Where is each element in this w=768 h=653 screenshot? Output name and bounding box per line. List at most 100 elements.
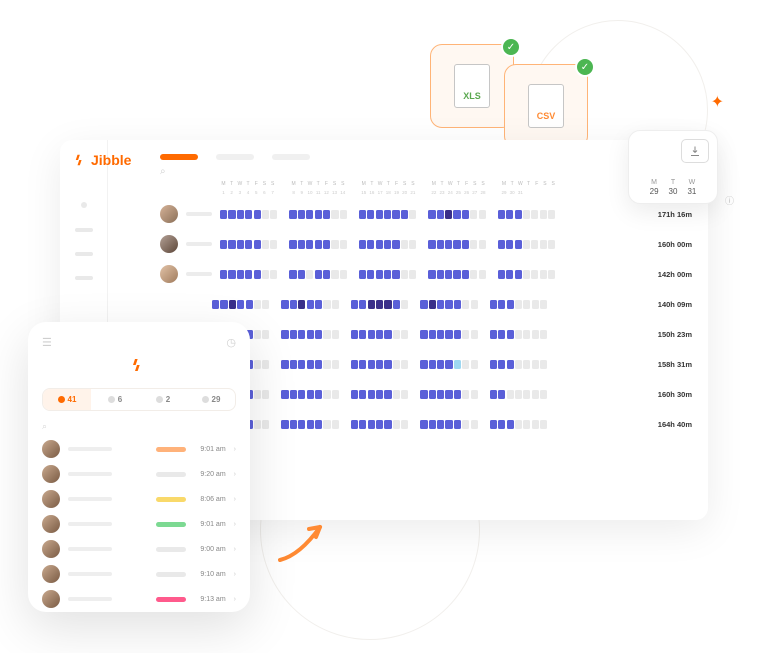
day-cell[interactable] (462, 270, 469, 279)
day-cell[interactable] (540, 420, 547, 429)
day-cell[interactable] (393, 330, 400, 339)
day-cell[interactable] (220, 300, 227, 309)
day-cell[interactable] (420, 330, 427, 339)
day-cell[interactable] (445, 360, 452, 369)
day-cell[interactable] (490, 420, 497, 429)
day-cell[interactable] (306, 270, 313, 279)
day-cell[interactable] (523, 360, 530, 369)
day-cell[interactable] (298, 390, 305, 399)
day-cell[interactable] (393, 360, 400, 369)
day-cell[interactable] (307, 330, 314, 339)
day-cell[interactable] (437, 390, 444, 399)
day-cell[interactable] (409, 240, 416, 249)
day-cell[interactable] (298, 330, 305, 339)
day-cell[interactable] (290, 420, 297, 429)
day-cell[interactable] (262, 390, 269, 399)
day-cell[interactable] (220, 270, 227, 279)
day-cell[interactable] (237, 240, 244, 249)
day-cell[interactable] (245, 270, 252, 279)
nav-item[interactable] (81, 202, 87, 208)
day-cell[interactable] (531, 240, 538, 249)
day-cell[interactable] (470, 270, 477, 279)
day-cell[interactable] (507, 360, 514, 369)
day-cell[interactable] (262, 210, 269, 219)
member-row[interactable]: 8:06 am › (42, 490, 236, 508)
day-cell[interactable] (332, 420, 339, 429)
day-cell[interactable] (332, 360, 339, 369)
day-cell[interactable] (523, 270, 530, 279)
day-cell[interactable] (376, 210, 383, 219)
day-cell[interactable] (270, 270, 277, 279)
day-cell[interactable] (540, 390, 547, 399)
day-cell[interactable] (340, 210, 347, 219)
day-cell[interactable] (351, 420, 358, 429)
day-cell[interactable] (515, 330, 522, 339)
day-cell[interactable] (454, 390, 461, 399)
day-cell[interactable] (298, 240, 305, 249)
day-cell[interactable] (306, 240, 313, 249)
member-row[interactable]: 9:10 am › (42, 565, 236, 583)
day-cell[interactable] (220, 210, 227, 219)
day-cell[interactable] (290, 330, 297, 339)
day-cell[interactable] (254, 270, 261, 279)
day-cell[interactable] (401, 210, 408, 219)
day-cell[interactable] (540, 240, 547, 249)
day-cell[interactable] (507, 330, 514, 339)
day-cell[interactable] (437, 360, 444, 369)
day-cell[interactable] (228, 270, 235, 279)
day-cell[interactable] (340, 270, 347, 279)
day-cell[interactable] (479, 240, 486, 249)
day-cell[interactable] (490, 360, 497, 369)
day-cell[interactable] (445, 210, 452, 219)
day-cell[interactable] (490, 330, 497, 339)
day-cell[interactable] (376, 360, 383, 369)
day-cell[interactable] (262, 360, 269, 369)
search-icon[interactable]: ⌕ (160, 166, 166, 177)
day-cell[interactable] (429, 420, 436, 429)
day-cell[interactable] (420, 360, 427, 369)
day-cell[interactable] (351, 300, 358, 309)
day-cell[interactable] (523, 420, 530, 429)
day-cell[interactable] (384, 390, 391, 399)
member-row[interactable]: 9:01 am › (42, 440, 236, 458)
info-icon[interactable]: ⓘ (725, 194, 734, 207)
day-cell[interactable] (331, 270, 338, 279)
day-cell[interactable] (281, 420, 288, 429)
day-cell[interactable] (359, 360, 366, 369)
member-row[interactable]: 9:00 am › (42, 540, 236, 558)
day-cell[interactable] (254, 360, 261, 369)
day-cell[interactable] (323, 240, 330, 249)
day-cell[interactable] (523, 210, 530, 219)
menu-icon[interactable]: ☰ (42, 336, 52, 349)
day-cell[interactable] (429, 330, 436, 339)
day-cell[interactable] (471, 330, 478, 339)
day-cell[interactable] (359, 240, 366, 249)
day-cell[interactable] (470, 240, 477, 249)
day-cell[interactable] (289, 240, 296, 249)
day-cell[interactable] (270, 210, 277, 219)
day-cell[interactable] (462, 300, 469, 309)
day-cell[interactable] (323, 270, 330, 279)
day-cell[interactable] (498, 390, 505, 399)
nav-item[interactable] (75, 228, 93, 232)
day-cell[interactable] (351, 360, 358, 369)
day-cell[interactable] (401, 330, 408, 339)
day-cell[interactable] (359, 270, 366, 279)
day-cell[interactable] (445, 270, 452, 279)
day-cell[interactable] (237, 210, 244, 219)
day-cell[interactable] (429, 390, 436, 399)
day-cell[interactable] (515, 360, 522, 369)
day-cell[interactable] (454, 300, 461, 309)
day-cell[interactable] (290, 390, 297, 399)
day-cell[interactable] (254, 300, 261, 309)
day-cell[interactable] (306, 210, 313, 219)
day-cell[interactable] (490, 300, 497, 309)
timesheet-row[interactable]: 171h 16m (160, 199, 692, 229)
day-cell[interactable] (392, 270, 399, 279)
day-cell[interactable] (548, 240, 555, 249)
search-icon[interactable]: ⌕ (42, 421, 236, 432)
day-cell[interactable] (340, 240, 347, 249)
day-cell[interactable] (420, 420, 427, 429)
day-cell[interactable] (220, 240, 227, 249)
day-cell[interactable] (506, 240, 513, 249)
